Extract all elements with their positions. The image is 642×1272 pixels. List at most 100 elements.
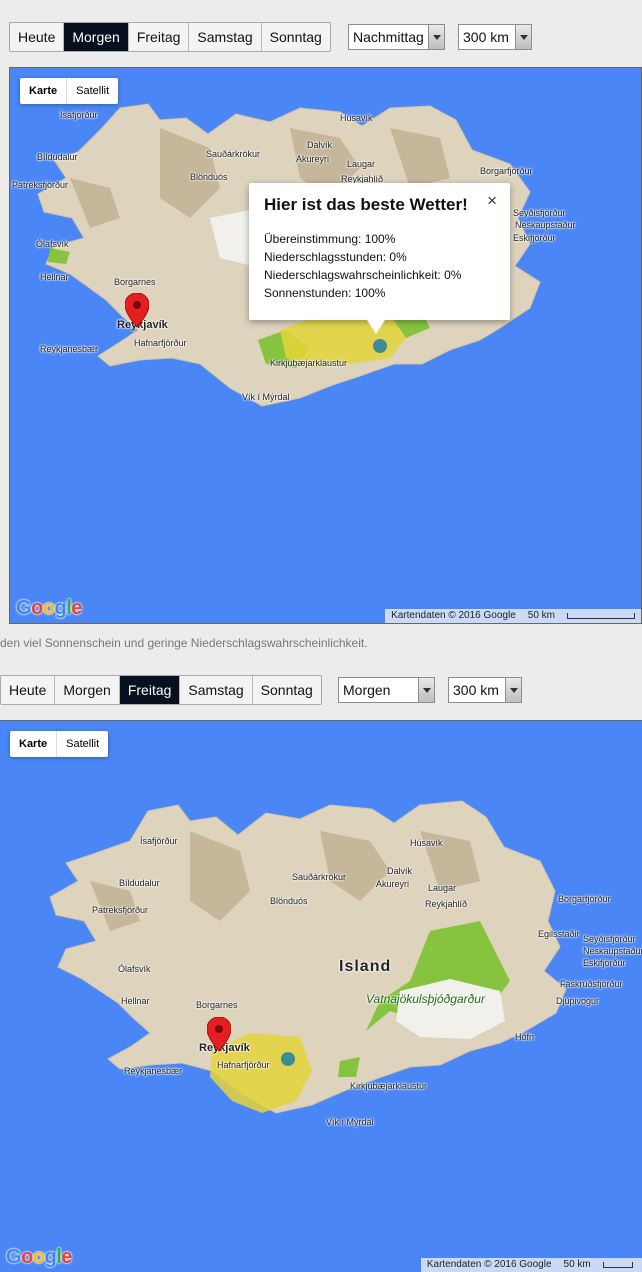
map-attribution: Kartendaten © 2016 Google 50 km N (420, 1258, 642, 1272)
label-town: Blönduós (270, 896, 308, 906)
tab-freitag[interactable]: Freitag (119, 676, 181, 704)
tab-samstag[interactable]: Samstag (189, 23, 262, 51)
label-town: Ólafsvík (36, 239, 69, 249)
label-town: Borgarnes (196, 1000, 238, 1010)
time-select-value: Nachmittag (353, 29, 424, 45)
label-country: Island (339, 958, 392, 975)
tab-morgen[interactable]: Morgen (55, 676, 120, 704)
label-town: Seyðisfjörður (583, 934, 636, 944)
info-window: Hier ist das beste Wetter! × Übereinstim… (249, 183, 510, 334)
map-pin-icon[interactable] (125, 293, 149, 329)
tab-sonntag[interactable]: Sonntag (262, 23, 330, 51)
map-type-karte[interactable]: Karte (20, 78, 68, 104)
map-pin-icon[interactable] (207, 1017, 231, 1053)
map-attribution: Kartendaten © 2016 Google 50 km (385, 609, 641, 623)
label-town: Akureyri (376, 879, 410, 889)
label-town: Blönduós (190, 172, 228, 182)
map-type-satellit[interactable]: Satellit (57, 731, 108, 757)
label-town: Akureyri (296, 154, 330, 164)
label-town: Húsavík (410, 838, 443, 848)
label-town: Laugar (428, 883, 457, 893)
iceland-landmass (49, 800, 567, 1114)
tab-heute[interactable]: Heute (10, 23, 65, 51)
map-top[interactable]: Karte Satellit Ísafjörður Bíldudalur Pat… (9, 67, 642, 624)
label-town: Vík í Mýrdal (242, 392, 290, 402)
close-icon[interactable]: × (487, 191, 497, 211)
description-text: den viel Sonnenschein und geringe Nieder… (0, 636, 368, 650)
label-town: Eskifjörður (513, 233, 556, 243)
time-select[interactable]: Morgen (338, 677, 435, 703)
label-town: Sauðárkrókur (292, 872, 347, 882)
label-town: Kirkjubæjarklaustur (350, 1081, 428, 1091)
map-type-karte[interactable]: Karte (10, 731, 58, 757)
label-town: Neskaupstaður (583, 946, 642, 956)
target-marker-icon[interactable] (371, 337, 389, 355)
label-town: Kirkjubæjarklaustur (270, 358, 348, 368)
label-town: Borgarfjörður (480, 166, 533, 176)
scale-label: 50 km (527, 610, 555, 621)
tab-heute[interactable]: Heute (1, 676, 56, 704)
attribution-text: Kartendaten © 2016 Google (391, 610, 516, 621)
google-logo: Google (6, 1246, 72, 1268)
distance-select[interactable]: 300 km (448, 677, 522, 703)
info-line-precip-probability: Niederschlagswahrscheinlichkeit: 0% (264, 268, 462, 282)
label-town: Bíldudalur (119, 878, 160, 888)
label-town: Reykjanesbær (124, 1066, 183, 1076)
map-type-control: Karte Satellit (10, 731, 109, 757)
label-town: Reykjahlíð (425, 899, 468, 909)
label-town: Laugar (347, 159, 376, 169)
label-town: Borgarnes (114, 277, 156, 287)
dropdown-arrow-icon[interactable] (428, 25, 444, 49)
day-selector: Heute Morgen Freitag Samstag Sonntag (9, 22, 331, 52)
dropdown-arrow-icon[interactable] (505, 678, 521, 702)
label-town: Vík í Mýrdal (326, 1117, 374, 1127)
attribution-text: Kartendaten © 2016 Google (426, 1259, 552, 1270)
label-town: Ólafsvík (118, 964, 151, 974)
label-town: Eskifjörður (583, 958, 626, 968)
scale-bar (602, 1262, 633, 1268)
toolbar-top: Heute Morgen Freitag Samstag Sonntag (9, 22, 331, 52)
distance-select-value: 300 km (463, 29, 509, 45)
google-logo: Google (16, 597, 82, 619)
tab-sonntag[interactable]: Sonntag (253, 676, 321, 704)
info-line-precip-hours: Niederschlagsstunden: 0% (264, 250, 407, 264)
label-town: Borgarfjörður (558, 894, 611, 904)
label-town: Ísafjörður (140, 836, 178, 846)
dropdown-arrow-icon[interactable] (515, 25, 531, 49)
label-town: Hellnar (40, 272, 69, 282)
target-marker-icon[interactable] (279, 1050, 297, 1068)
label-town: Ísafjörður (60, 110, 98, 120)
label-town: Bíldudalur (37, 152, 78, 162)
tab-freitag[interactable]: Freitag (129, 23, 190, 51)
label-town: Reykjanesbær (40, 344, 99, 354)
label-town: Seyðisfjörður (513, 208, 566, 218)
time-select[interactable]: Nachmittag (348, 24, 445, 50)
map-bottom[interactable]: Karte Satellit Ísafjörður Bíldudalur Pat… (0, 720, 642, 1272)
tab-morgen[interactable]: Morgen (64, 23, 129, 51)
day-selector: Heute Morgen Freitag Samstag Sonntag (0, 675, 322, 705)
label-town: Húsavík (340, 113, 373, 123)
label-town: Hafnarfjörður (134, 338, 187, 348)
distance-select-value: 300 km (453, 682, 499, 698)
label-town: Sauðárkrókur (206, 149, 261, 159)
label-town: Höfn (515, 1032, 535, 1042)
label-town: Neskaupstaður (515, 220, 576, 230)
label-town: Egilsstaðir (538, 929, 580, 939)
label-town: Patreksfjörður (12, 180, 69, 190)
toolbar-bottom: Heute Morgen Freitag Samstag Sonntag (0, 675, 322, 705)
label-town: Fáskrúðsfjörður (560, 979, 623, 989)
map-type-control: Karte Satellit (20, 78, 119, 104)
time-select-value: Morgen (343, 682, 391, 698)
tab-samstag[interactable]: Samstag (180, 676, 253, 704)
label-national-park: Vatnajökulsþjóðgarður (366, 992, 485, 1006)
distance-select[interactable]: 300 km (458, 24, 532, 50)
label-town: Dalvík (387, 866, 413, 876)
info-line-match: Übereinstimmung: 100% (264, 232, 396, 246)
label-town: Djúpivogur (556, 996, 600, 1006)
map-type-satellit[interactable]: Satellit (67, 78, 118, 104)
scale-bar (567, 613, 635, 619)
iceland-landmass (37, 103, 541, 407)
label-town: Patreksfjörður (92, 905, 149, 915)
scale-label: 50 km (563, 1259, 591, 1270)
dropdown-arrow-icon[interactable] (418, 678, 434, 702)
